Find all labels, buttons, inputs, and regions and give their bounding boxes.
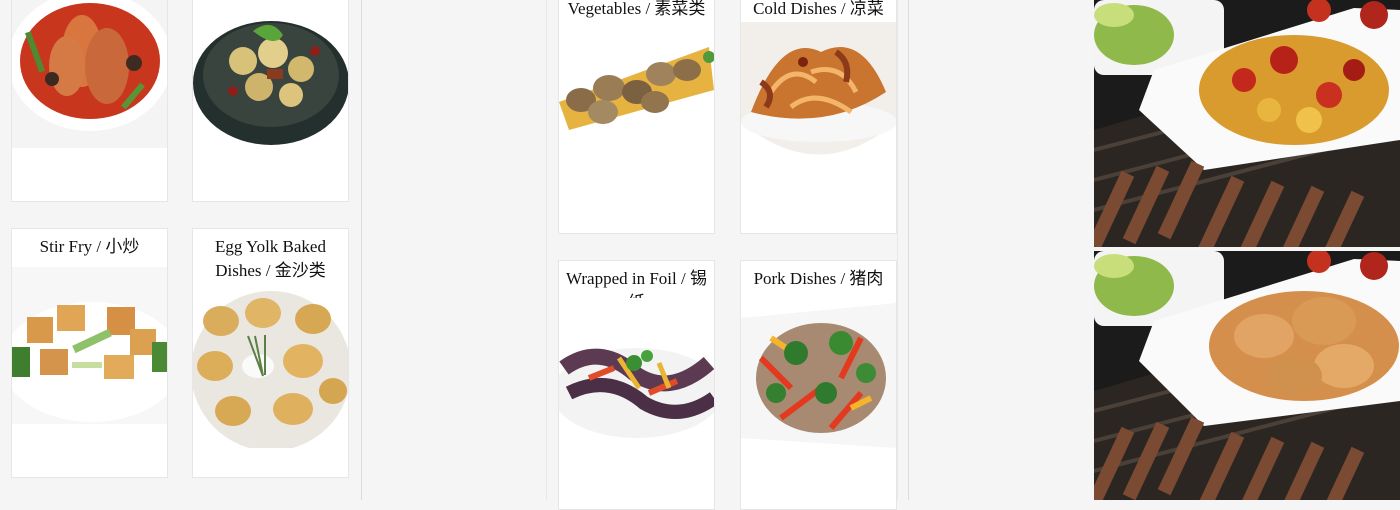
- egg-yolk-label: Egg Yolk Baked Dishes / 金沙类: [215, 237, 326, 280]
- menu-card-cold[interactable]: Cold Dishes / 凉菜: [740, 0, 897, 234]
- column-divider-2: [908, 0, 909, 500]
- vegetables-label: Vegetables / 素菜类: [567, 0, 706, 18]
- menu-card-foil[interactable]: Wrapped in Foil / 锡纸: [558, 260, 715, 510]
- foil-photo: [559, 298, 714, 455]
- menu-card-egg-yolk[interactable]: Egg Yolk Baked Dishes / 金沙类: [192, 228, 349, 478]
- menu-card-vegetables[interactable]: Vegetables / 素菜类: [558, 0, 715, 234]
- cold-dishes-label: Cold Dishes / 凉菜: [753, 0, 884, 18]
- vegetables-photo: [559, 22, 714, 179]
- menu-card-fish[interactable]: [11, 0, 168, 202]
- cold-dishes-photo: [741, 22, 896, 179]
- cauliflower-dish-photo: [193, 0, 348, 148]
- stir-fry-label: Stir Fry / 小炒: [39, 237, 140, 256]
- left-menu-panel: Stir Fry / 小炒 Egg Yolk Baked Dishes / 金沙…: [0, 0, 361, 500]
- menu-card-cauliflower[interactable]: [192, 0, 349, 202]
- egg-yolk-photo: [193, 291, 348, 448]
- middle-menu-panel: Vegetables / 素菜类 Cold Dishes / 凉菜 Wrappe…: [362, 0, 908, 510]
- fish-dish-photo: [12, 0, 167, 148]
- menu-card-pork[interactable]: Pork Dishes / 猪肉: [740, 260, 897, 510]
- menu-card-stir-fry[interactable]: Stir Fry / 小炒: [11, 228, 168, 478]
- stir-fry-photo: [12, 267, 167, 424]
- banner-image-fried-chicken: [1094, 251, 1400, 500]
- pork-label: Pork Dishes / 猪肉: [753, 269, 884, 288]
- banner-image-spicy-chicken: [1094, 0, 1400, 247]
- pork-photo: [741, 298, 896, 455]
